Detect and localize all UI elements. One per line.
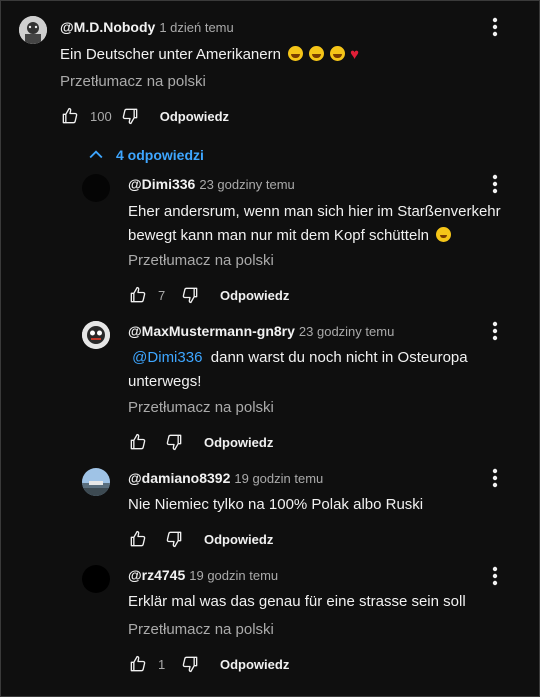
reply-button[interactable]: Odpowiedz: [220, 657, 289, 672]
like-count: 100: [90, 108, 112, 124]
avatar[interactable]: [82, 565, 110, 593]
more-vert-icon[interactable]: [485, 319, 505, 343]
comment-actions: Odpowiedz: [128, 527, 273, 551]
comment-author[interactable]: @damiano8392 19 godzin temu: [128, 470, 323, 486]
thumb-up-icon[interactable]: [128, 432, 148, 452]
author-name[interactable]: @rz4745: [128, 567, 185, 583]
laugh-cry-emoji-icon: [309, 46, 325, 61]
like-count: 7: [158, 287, 166, 303]
user-mention-link[interactable]: @Dimi336: [132, 349, 202, 366]
thumb-down-icon[interactable]: [180, 285, 200, 305]
thumb-down-icon[interactable]: [164, 529, 184, 549]
comment-actions: Odpowiedz: [128, 430, 273, 454]
avatar[interactable]: [82, 468, 110, 496]
laugh-cry-emoji-icon: [288, 46, 304, 61]
red-heart-emoji-icon: ♥: [350, 46, 360, 63]
laugh-cry-emoji-icon: [330, 46, 346, 61]
thumb-up-icon[interactable]: [128, 654, 148, 674]
thumb-down-icon[interactable]: [120, 106, 140, 126]
thumb-up-icon[interactable]: [60, 106, 80, 126]
comment-text-body: bewegt kann man nur mit dem Kopf schütte…: [128, 227, 429, 244]
reply-button[interactable]: Odpowiedz: [220, 288, 289, 303]
author-name[interactable]: @damiano8392: [128, 470, 230, 486]
translate-link[interactable]: Przetłumacz na polski: [128, 399, 274, 416]
comment-actions: 100 Odpowiedz: [60, 104, 229, 128]
more-vert-icon[interactable]: [485, 564, 505, 588]
more-vert-icon[interactable]: [485, 466, 505, 490]
comment-text-line: Eher andersrum, wenn man sich hier im St…: [128, 203, 501, 220]
comment-text-body: dann warst du noch nicht in Osteuropa: [210, 349, 468, 366]
author-name[interactable]: @Dimi336: [128, 176, 195, 192]
sweat-smile-emoji-icon: [436, 227, 452, 242]
comment-time[interactable]: 19 godzin temu: [189, 568, 278, 583]
comment-author[interactable]: @Dimi336 23 godziny temu: [128, 176, 295, 192]
comment-time[interactable]: 19 godzin temu: [234, 471, 323, 486]
author-name[interactable]: @MaxMustermann-gn8ry: [128, 323, 295, 339]
thumb-up-icon[interactable]: [128, 529, 148, 549]
reply-button[interactable]: Odpowiedz: [204, 435, 273, 450]
chevron-up-icon: [89, 150, 103, 159]
thumb-down-icon[interactable]: [164, 432, 184, 452]
comment-text: @Dimi336 dann warst du noch nicht in Ost…: [128, 346, 468, 394]
replies-toggle-button[interactable]: 4 odpowiedzi: [86, 143, 204, 167]
comment-time[interactable]: 23 godziny temu: [199, 177, 294, 192]
reply-button[interactable]: Odpowiedz: [204, 532, 273, 547]
comment-text: Ein Deutscher unter Amerikanern ♥: [60, 43, 359, 67]
replies-count-label: 4 odpowiedzi: [116, 147, 204, 163]
translate-link[interactable]: Przetłumacz na polski: [128, 252, 274, 269]
like-count: 1: [158, 656, 166, 672]
comment-author[interactable]: @rz4745 19 godzin temu: [128, 567, 278, 583]
comment-time[interactable]: 23 godziny temu: [299, 324, 394, 339]
avatar[interactable]: [82, 174, 110, 202]
comment-text: Eher andersrum, wenn man sich hier im St…: [128, 200, 501, 248]
author-name[interactable]: @M.D.Nobody: [60, 19, 155, 35]
comment-text-line: @Dimi336 dann warst du noch nicht in Ost…: [128, 346, 468, 370]
comment-actions: 1 Odpowiedz: [128, 652, 289, 676]
comment-text-line: bewegt kann man nur mit dem Kopf schütte…: [128, 224, 501, 248]
comment-text: Erklär mal was das genau für eine strass…: [128, 593, 466, 610]
comment-author[interactable]: @MaxMustermann-gn8ry 23 godziny temu: [128, 323, 394, 339]
comment-text-body: Ein Deutscher unter Amerikanern: [60, 46, 281, 63]
thumb-down-icon[interactable]: [180, 654, 200, 674]
comment-text: Nie Niemiec tylko na 100% Polak albo Rus…: [128, 496, 424, 513]
reply-button[interactable]: Odpowiedz: [160, 109, 229, 124]
comment-text-line: unterwegs!: [128, 373, 202, 390]
avatar[interactable]: [82, 321, 110, 349]
more-vert-icon[interactable]: [485, 172, 505, 196]
avatar[interactable]: [19, 16, 47, 44]
comment-time[interactable]: 1 dzień temu: [159, 20, 233, 35]
thumb-up-icon[interactable]: [128, 285, 148, 305]
translate-link[interactable]: Przetłumacz na polski: [60, 73, 206, 90]
comment-actions: 7 Odpowiedz: [128, 283, 289, 307]
translate-link[interactable]: Przetłumacz na polski: [128, 621, 274, 638]
comment-author[interactable]: @M.D.Nobody 1 dzień temu: [60, 19, 234, 35]
more-vert-icon[interactable]: [485, 15, 505, 39]
